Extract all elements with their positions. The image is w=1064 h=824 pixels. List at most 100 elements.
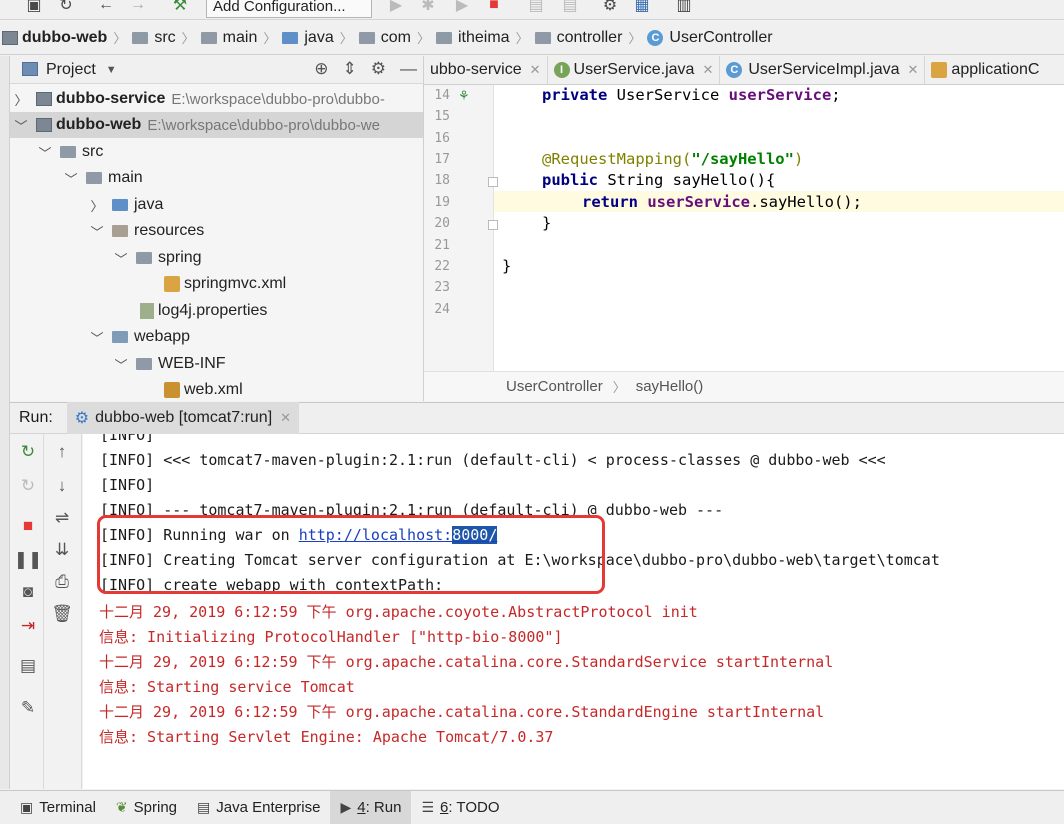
nav-item-main[interactable]: main 〉 xyxy=(200,28,283,47)
build-icon[interactable]: ⚒ xyxy=(170,0,190,16)
tree-item-java[interactable]: 〉 java xyxy=(90,192,163,218)
exit-icon[interactable]: ⇥ xyxy=(18,616,38,636)
editor-breadcrumb-class[interactable]: UserController xyxy=(506,378,603,395)
tree-item-log4j-properties[interactable]: log4j.properties xyxy=(140,298,267,324)
stop-icon[interactable]: ■ xyxy=(18,516,38,536)
structure-icon[interactable]: ▦ xyxy=(632,0,652,16)
editor-tab-bar: ubbo-service ✕ I UserService.java ✕ C Us… xyxy=(424,56,1064,85)
console-line-log: 十二月 29, 2019 6:12:59 下午 org.apache.catal… xyxy=(99,653,834,671)
nav-item-itheima[interactable]: itheima 〉 xyxy=(436,28,535,47)
tree-item-path: E:\workspace\dubbo-pro\dubbo- xyxy=(171,90,385,108)
coverage-icon[interactable]: ▶ xyxy=(452,0,472,16)
tab-applicationcontext[interactable]: applicationC xyxy=(925,56,1045,84)
tab-label: UserServiceImpl.java xyxy=(748,61,900,78)
rerun-failed-icon[interactable]: ↻ xyxy=(18,476,38,496)
editor-breadcrumb: UserController 〉 sayHello() xyxy=(424,371,1064,401)
bean-gutter-icon[interactable]: ⚘ xyxy=(458,88,470,104)
chevron-right-icon: 〉 xyxy=(14,92,28,108)
tree-item-dubbo-service[interactable]: 〉 dubbo-service E:\workspace\dubbo-pro\d… xyxy=(14,86,385,112)
forward-icon[interactable]: → xyxy=(128,0,148,16)
close-icon[interactable]: ✕ xyxy=(702,62,713,78)
code-line-14: private UserService userService; xyxy=(542,86,841,104)
tab-label: ubbo-service xyxy=(430,61,522,78)
nav-item-label: java xyxy=(304,28,334,46)
line-number: 20 xyxy=(434,216,450,231)
editor-breadcrumb-method[interactable]: sayHello() xyxy=(636,378,704,395)
nav-item-controller[interactable]: controller 〉 xyxy=(534,28,648,47)
tree-item-web-inf[interactable]: ﹀ WEB-INF xyxy=(114,351,225,377)
arrow-up-icon[interactable]: ↑ xyxy=(52,442,72,462)
java-enterprise-icon: ▤ xyxy=(197,799,211,815)
console-output[interactable]: [INFO] [INFO] <<< tomcat7-maven-plugin:2… xyxy=(83,434,1064,789)
module-icon xyxy=(36,92,52,106)
back-icon[interactable]: ← xyxy=(96,0,116,16)
line-number: 15 xyxy=(434,109,450,124)
nav-item-java[interactable]: java 〉 xyxy=(282,28,358,47)
tree-item-webapp[interactable]: ﹀ webapp xyxy=(90,324,190,350)
tab-todo[interactable]: ☰ 6: TODO xyxy=(411,791,509,824)
tab-run[interactable]: ▶ 4: Run xyxy=(330,790,412,824)
pause-icon[interactable]: ❚❚ xyxy=(14,550,43,570)
tree-item-spring[interactable]: ﹀ spring xyxy=(114,245,201,271)
package-icon xyxy=(436,31,452,44)
project-view-selector[interactable]: Project ▼ xyxy=(46,61,117,79)
minimize-icon[interactable]: — xyxy=(400,59,417,79)
deploy-icon[interactable]: ▤ xyxy=(560,0,580,16)
chevron-down-icon: ﹀ xyxy=(90,224,104,240)
nav-module[interactable]: dubbo-web 〉 xyxy=(2,28,132,47)
settings-icon[interactable]: ⚙ xyxy=(371,59,386,79)
nav-item-class[interactable]: C UserController xyxy=(647,29,773,47)
tree-item-web-xml[interactable]: web.xml xyxy=(164,377,243,401)
tab-label: Terminal xyxy=(39,799,96,816)
tab-userserviceimpl-java[interactable]: C UserServiceImpl.java ✕ xyxy=(720,56,926,84)
tree-item-springmvc-xml[interactable]: springmvc.xml xyxy=(164,271,286,297)
nav-module-label: dubbo-web xyxy=(22,28,108,46)
folder-icon xyxy=(136,252,152,264)
navigation-bar: dubbo-web 〉 src 〉 main 〉 java 〉 com 〉 itheim… xyxy=(0,21,1064,55)
update-icon[interactable]: ▤ xyxy=(526,0,546,16)
fold-marker-icon[interactable] xyxy=(488,177,498,187)
stop-icon[interactable]: ■ xyxy=(484,0,504,16)
run-configuration-select[interactable]: Add Configuration... xyxy=(206,0,372,18)
tab-dubbo-service[interactable]: ubbo-service ✕ xyxy=(424,56,548,84)
camera-icon[interactable]: ◙ xyxy=(18,582,38,602)
run-icon[interactable]: ▶ xyxy=(386,0,406,16)
tree-item-main[interactable]: ﹀ main xyxy=(64,165,142,191)
close-icon[interactable]: ✕ xyxy=(908,62,919,78)
nav-item-src[interactable]: src 〉 xyxy=(132,28,200,47)
code-editor[interactable]: 14 ⚘ 15 16 17 18 19 20 21 22 23 24 priva… xyxy=(424,85,1064,371)
tab-java-enterprise[interactable]: ▤ Java Enterprise xyxy=(187,791,330,824)
collapse-all-icon[interactable]: ⇕ xyxy=(343,59,357,79)
run-panel-label: Run: xyxy=(19,409,53,426)
tree-item-resources[interactable]: ﹀ resources xyxy=(90,218,204,244)
tab-userservice-java[interactable]: I UserService.java ✕ xyxy=(548,56,721,84)
sync-icon[interactable]: ↻ xyxy=(56,0,76,16)
line-number: 23 xyxy=(434,280,450,295)
wrench-icon[interactable]: ⚙ xyxy=(600,0,620,16)
print-icon[interactable]: ⎙ xyxy=(52,572,72,592)
tasks-icon[interactable]: ▥ xyxy=(674,0,694,16)
debug-icon[interactable]: ✱ xyxy=(418,0,438,16)
console-line-log: 十二月 29, 2019 6:12:59 下午 org.apache.catal… xyxy=(99,703,825,721)
save-icon[interactable]: ▣ xyxy=(24,0,44,16)
trash-icon[interactable]: 🗑 xyxy=(51,604,73,624)
soft-wrap-icon[interactable]: ⇌ xyxy=(52,508,72,528)
tree-item-label: web.xml xyxy=(184,381,243,398)
run-tab-dubbo-web[interactable]: ⚙ dubbo-web [tomcat7:run] ✕ xyxy=(66,402,300,434)
scroll-to-end-icon[interactable]: ⇊ xyxy=(52,540,72,560)
locate-icon[interactable]: ⊕ xyxy=(314,59,328,79)
project-title: Project xyxy=(46,60,96,78)
tab-terminal[interactable]: ▣ Terminal xyxy=(10,791,106,824)
close-icon[interactable]: ✕ xyxy=(280,410,291,426)
layout-icon[interactable]: ▤ xyxy=(18,656,38,676)
tree-item-dubbo-web[interactable]: ﹀ dubbo-web E:\workspace\dubbo-pro\dubbo… xyxy=(10,112,423,138)
fold-marker-icon[interactable] xyxy=(488,220,498,230)
tree-item-src[interactable]: ﹀ src xyxy=(38,139,103,165)
rerun-icon[interactable]: ↻ xyxy=(18,442,38,462)
close-icon[interactable]: ✕ xyxy=(530,62,541,78)
pin-icon[interactable]: ✎ xyxy=(18,698,38,718)
tab-spring[interactable]: ❦ Spring xyxy=(106,791,187,824)
arrow-down-icon[interactable]: ↓ xyxy=(52,476,72,496)
nav-item-com[interactable]: com 〉 xyxy=(358,28,436,47)
left-tool-strip[interactable] xyxy=(0,56,10,789)
